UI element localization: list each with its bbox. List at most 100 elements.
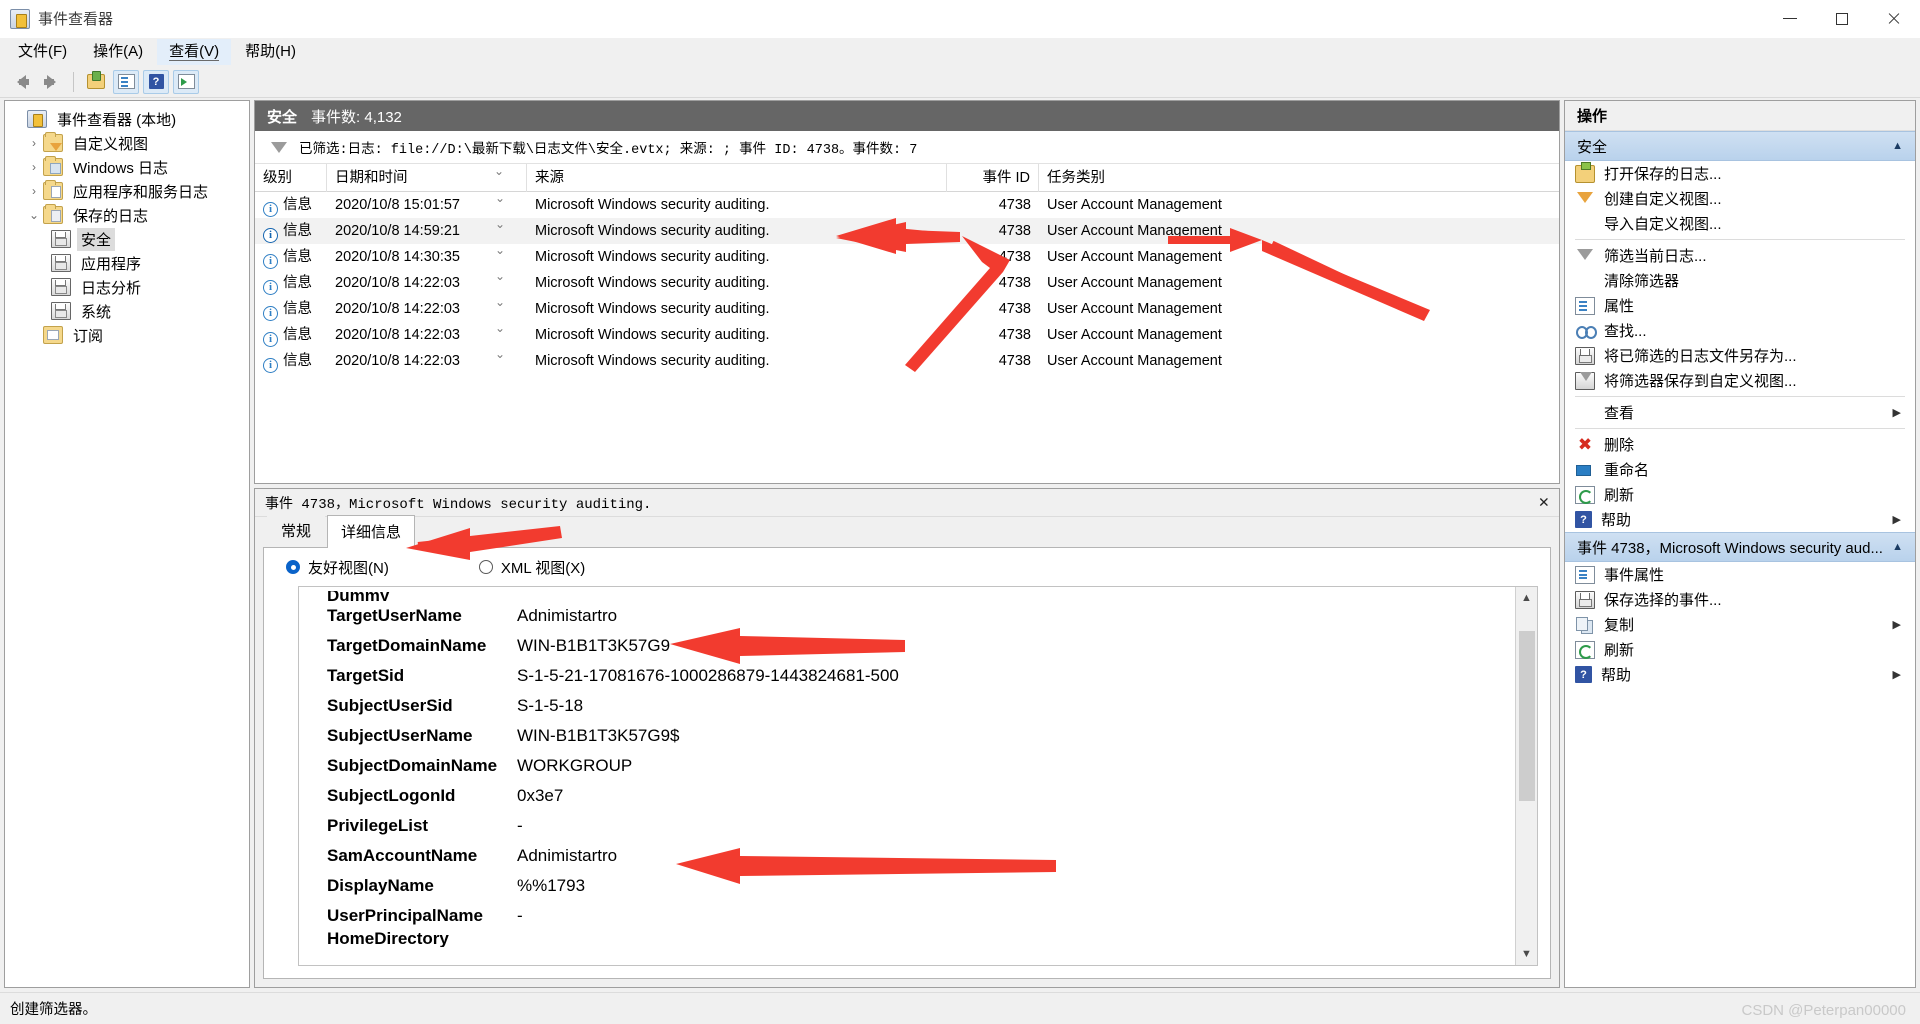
sidebar-item-security[interactable]: 安全 [9, 227, 245, 251]
column-header-source[interactable]: 来源 [527, 163, 947, 192]
close-button[interactable] [1868, 0, 1920, 38]
column-header-level[interactable]: 级别 [255, 163, 327, 192]
action-view[interactable]: 查看 ▶ [1565, 400, 1915, 425]
scrollbar-track[interactable] [1516, 609, 1538, 943]
menu-file[interactable]: 文件(F) [6, 39, 79, 65]
properties-button[interactable] [113, 69, 139, 94]
chevron-down-icon[interactable]: ⌄ [25, 208, 43, 222]
help-button[interactable]: ? [143, 69, 169, 94]
filter-bar[interactable]: 已筛选:日志: file://D:\最新下载\日志文件\安全.evtx; 来源:… [255, 131, 1559, 164]
menu-action-label: 操作(A) [93, 43, 144, 60]
chevron-up-icon[interactable]: ▲ [1892, 541, 1903, 553]
menu-action[interactable]: 操作(A) [81, 39, 155, 65]
column-header-datetime[interactable]: 日期和时间 [327, 163, 527, 192]
cell-datetime: 2020/10/8 14:22:03 [327, 296, 527, 322]
action-event-properties[interactable]: 事件属性 [1565, 562, 1915, 587]
sidebar-item-system[interactable]: 系统 [9, 299, 245, 323]
action-save-selected-events[interactable]: 保存选择的事件... [1565, 587, 1915, 612]
show-action-pane-button[interactable] [173, 69, 199, 94]
sidebar-item-custom-views[interactable]: › 自定义视图 [9, 131, 245, 155]
chevron-right-icon[interactable]: › [25, 184, 43, 198]
table-row[interactable]: i 信息 2020/10/8 14:22:03 Microsoft Windows… [255, 348, 1559, 374]
action-group-security[interactable]: 安全 ▲ [1565, 131, 1915, 161]
table-row[interactable]: i 信息 2020/10/8 14:22:03 Microsoft Windows… [255, 270, 1559, 296]
scrollbar-thumb[interactable] [1518, 631, 1535, 801]
cell-level: i 信息 [255, 218, 327, 244]
chevron-right-icon[interactable]: › [25, 160, 43, 174]
column-header-event-id[interactable]: 事件 ID [947, 163, 1039, 192]
scroll-down-button[interactable]: ▼ [1516, 943, 1538, 965]
column-header-task-category[interactable]: 任务类别 [1039, 164, 1559, 192]
action-open-saved-log[interactable]: 打开保存的日志... [1565, 161, 1915, 186]
field-row: DisplayName %%1793 [327, 871, 1515, 901]
action-label: 将已筛选的日志文件另存为... [1604, 348, 1797, 365]
cell-source: Microsoft Windows security auditing. [535, 197, 770, 213]
field-key: TargetUserName [327, 606, 462, 625]
forward-arrow-icon [43, 74, 56, 89]
table-row[interactable]: i 信息 2020/10/8 14:22:03 Microsoft Windows… [255, 296, 1559, 322]
cell-source: Microsoft Windows security auditing. [535, 275, 770, 291]
back-button[interactable] [8, 70, 34, 94]
watermark: CSDN @Peterpan00000 [1741, 1002, 1907, 1019]
table-row[interactable]: i 信息 2020/10/8 14:22:03 Microsoft Windows… [255, 322, 1559, 348]
sidebar-item-log-analysis[interactable]: 日志分析 [9, 275, 245, 299]
open-saved-log-button[interactable] [83, 70, 109, 94]
action-delete[interactable]: ✖ 删除 [1565, 432, 1915, 457]
menu-help-label: 帮助(H) [245, 43, 296, 60]
scroll-up-button[interactable]: ▲ [1516, 587, 1538, 609]
saved-logs-folder-icon [43, 204, 63, 224]
submenu-arrow-icon: ▶ [1892, 407, 1901, 419]
menu-view[interactable]: 查看(V) [157, 39, 232, 65]
field-value: WORKGROUP [517, 756, 633, 775]
forward-button[interactable] [38, 70, 64, 94]
chevron-up-icon[interactable]: ▲ [1892, 140, 1903, 152]
cell-level: i 信息 [255, 270, 327, 296]
action-refresh-event[interactable]: 刷新 [1565, 637, 1915, 662]
submenu-arrow-icon: ▶ [1892, 669, 1901, 681]
sidebar-item-app-service-logs[interactable]: › 应用程序和服务日志 [9, 179, 245, 203]
action-save-filtered-log[interactable]: 将已筛选的日志文件另存为... [1565, 343, 1915, 368]
console-tree-pane[interactable]: 事件查看器 (本地) › 自定义视图 › Windows 日志 › 应用程序和服… [4, 100, 250, 988]
action-properties[interactable]: 属性 [1565, 293, 1915, 318]
action-filter-current-log[interactable]: 筛选当前日志... [1565, 243, 1915, 268]
sidebar-item-application[interactable]: 应用程序 [9, 251, 245, 275]
action-import-custom-view[interactable]: 导入自定义视图... [1565, 211, 1915, 236]
cell-event-id: 4738 [998, 353, 1031, 369]
chevron-right-icon[interactable]: › [25, 136, 43, 150]
tab-details[interactable]: 详细信息 [327, 515, 416, 548]
field-value: Adnimistartro [517, 846, 618, 865]
tree-root-event-viewer[interactable]: 事件查看器 (本地) [9, 107, 245, 131]
sidebar-item-saved-logs[interactable]: ⌄ 保存的日志 [9, 203, 245, 227]
menu-help[interactable]: 帮助(H) [233, 39, 308, 65]
open-saved-log-icon [87, 71, 105, 89]
table-row[interactable]: i 信息 2020/10/8 14:59:21 Microsoft Windows… [255, 218, 1559, 244]
table-row[interactable]: i 信息 2020/10/8 14:30:35 Microsoft Windows… [255, 244, 1559, 270]
radio-friendly-view[interactable]: 友好视图(N) [286, 557, 389, 578]
cell-event-id: 4738 [998, 223, 1031, 239]
action-find[interactable]: 查找... [1565, 318, 1915, 343]
action-refresh[interactable]: 刷新 [1565, 482, 1915, 507]
action-clear-filter[interactable]: 清除筛选器 [1565, 268, 1915, 293]
radio-xml-view[interactable]: XML 视图(X) [478, 557, 585, 578]
minimize-button[interactable] [1764, 0, 1816, 38]
action-create-custom-view[interactable]: 创建自定义视图... [1565, 186, 1915, 211]
sidebar-item-subscriptions[interactable]: 订阅 [9, 323, 245, 347]
filter-funnel-icon [271, 141, 287, 153]
action-help-event[interactable]: ? 帮助 ▶ [1565, 662, 1915, 687]
open-saved-log-icon [1575, 161, 1595, 183]
event-viewer-icon [27, 110, 47, 128]
sidebar-item-windows-logs[interactable]: › Windows 日志 [9, 155, 245, 179]
cell-datetime: 2020/10/8 14:30:35 [327, 244, 527, 270]
sidebar-item-label: 日志分析 [81, 279, 142, 297]
tab-general[interactable]: 常规 [267, 514, 326, 547]
action-rename[interactable]: 重命名 [1565, 457, 1915, 482]
close-icon[interactable]: ✕ [1539, 492, 1549, 513]
action-copy[interactable]: 复制 ▶ [1565, 612, 1915, 637]
detail-vertical-scrollbar[interactable]: ▲ ▼ [1515, 587, 1537, 965]
field-value: %%1793 [517, 876, 586, 895]
maximize-button[interactable] [1816, 0, 1868, 38]
action-group-event[interactable]: 事件 4738，Microsoft Windows security aud..… [1565, 532, 1915, 562]
table-row[interactable]: i 信息 2020/10/8 15:01:57 Microsoft Windows… [255, 192, 1559, 218]
action-help[interactable]: ? 帮助 ▶ [1565, 507, 1915, 532]
action-save-filter-to-custom-view[interactable]: 将筛选器保存到自定义视图... [1565, 368, 1915, 393]
